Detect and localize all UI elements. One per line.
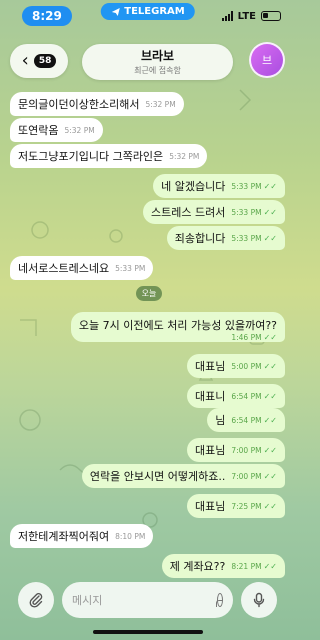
message-text: 네서로스트레스네요 bbox=[18, 262, 110, 275]
double-check-icon: ✓✓ bbox=[263, 181, 277, 191]
message-time: 5:00 PM bbox=[231, 361, 262, 371]
telegram-pill-label: TELEGRAM bbox=[124, 6, 185, 17]
message-bubble-outgoing[interactable]: 님 6:54 PM ✓✓ bbox=[207, 408, 285, 432]
message-bubble-incoming[interactable]: 저도그냥포기입니다 그쪽라인은 5:32 PM bbox=[10, 144, 208, 168]
message-time: 8:21 PM bbox=[231, 561, 262, 571]
battery-icon bbox=[261, 11, 281, 21]
message-text: 저도그냥포기입니다 그쪽라인은 bbox=[18, 150, 164, 163]
chevron-left-icon: ‹ bbox=[21, 50, 29, 71]
message-bubble-outgoing[interactable]: 죄송합니다 5:33 PM ✓✓ bbox=[166, 226, 285, 250]
message-text: 대표니 bbox=[194, 390, 226, 403]
message-text: 문의글이던이상한소리해서 bbox=[18, 98, 140, 111]
message-text: 님 bbox=[215, 414, 226, 427]
signal-bars-icon bbox=[221, 11, 233, 21]
double-check-icon: ✓✓ bbox=[263, 361, 277, 371]
message-time: 1:46 PM bbox=[231, 333, 262, 342]
message-input[interactable] bbox=[72, 593, 217, 607]
message-bubble-outgoing[interactable]: 대표님 7:25 PM ✓✓ bbox=[186, 494, 285, 518]
message-time: 5:33 PM bbox=[115, 263, 146, 273]
double-check-icon: ✓✓ bbox=[263, 391, 277, 401]
message-text: 오늘 7시 이전에도 처리 가능성 있을까여?? bbox=[78, 319, 277, 332]
message-bubble-outgoing[interactable]: 제 계좌요?? 8:21 PM ✓✓ bbox=[161, 554, 285, 578]
message-text: 대표님 bbox=[194, 500, 226, 513]
status-bar: 8:29 TELEGRAM LTE bbox=[0, 0, 295, 32]
chat-title[interactable]: 브라보 최근에 접속함 bbox=[82, 44, 233, 80]
status-time: 8:29 bbox=[22, 6, 72, 26]
message-text: 대표님 bbox=[194, 444, 226, 457]
status-indicators: LTE bbox=[221, 10, 281, 22]
message-bubble-outgoing[interactable]: 네 알겠습니다 5:33 PM ✓✓ bbox=[153, 174, 285, 198]
message-bubble-outgoing[interactable]: 스트레스 드려서 5:33 PM ✓✓ bbox=[143, 200, 285, 224]
attach-button[interactable] bbox=[18, 582, 54, 618]
message-time: 7:00 PM bbox=[231, 471, 262, 481]
message-text: 네 알겠습니다 bbox=[161, 180, 226, 193]
message-time: 5:33 PM bbox=[231, 233, 262, 243]
double-check-icon: ✓✓ bbox=[263, 445, 277, 455]
telegram-plane-icon bbox=[111, 7, 120, 16]
paperclip-icon bbox=[29, 593, 43, 608]
message-bubble-incoming[interactable]: 네서로스트레스네요 5:33 PM bbox=[10, 256, 154, 280]
message-time: 6:54 PM bbox=[231, 391, 262, 401]
microphone-icon bbox=[253, 592, 265, 608]
home-indicator[interactable] bbox=[92, 630, 203, 634]
telegram-return-pill[interactable]: TELEGRAM bbox=[100, 3, 195, 20]
double-check-icon: ✓✓ bbox=[263, 233, 277, 243]
message-bubble-incoming[interactable]: 문의글이던이상한소리해서 5:32 PM bbox=[10, 92, 184, 116]
date-separator: 오늘 bbox=[136, 286, 162, 301]
message-bubble-outgoing[interactable]: 대표님 7:00 PM ✓✓ bbox=[186, 438, 285, 462]
message-bubble-outgoing[interactable]: 연락을 안보시면 어떻게하죠.. 7:00 PM ✓✓ bbox=[81, 464, 285, 488]
double-check-icon: ✓✓ bbox=[263, 415, 277, 425]
message-bubble-incoming[interactable]: 또연락옴 5:32 PM bbox=[10, 118, 103, 142]
message-time: 5:32 PM bbox=[145, 99, 176, 109]
message-text: 제 계좌요?? bbox=[169, 560, 226, 573]
message-time: 5:32 PM bbox=[169, 151, 200, 161]
back-button[interactable]: ‹ 58 bbox=[10, 44, 68, 78]
message-text: 죄송합니다 bbox=[174, 232, 226, 245]
message-text: 또연락옴 bbox=[18, 124, 59, 137]
unread-count-badge: 58 bbox=[33, 54, 57, 68]
double-check-icon: ✓✓ bbox=[263, 471, 277, 481]
message-text: 연락을 안보시면 어떻게하죠.. bbox=[89, 470, 226, 483]
message-time: 6:54 PM bbox=[231, 415, 262, 425]
microphone-button[interactable] bbox=[241, 582, 277, 618]
double-check-icon: ✓✓ bbox=[263, 333, 277, 342]
message-bubble-incoming[interactable]: 저한테계좌찍어줘여 8:10 PM bbox=[10, 524, 154, 548]
double-check-icon: ✓✓ bbox=[263, 561, 277, 571]
message-text: 저한테계좌찍어줘여 bbox=[18, 530, 110, 543]
chat-name: 브라보 bbox=[140, 49, 175, 63]
message-bubble-outgoing[interactable]: 오늘 7시 이전에도 처리 가능성 있을까여?? 1:46 PM ✓✓ bbox=[70, 312, 285, 342]
message-time: 5:33 PM bbox=[231, 181, 262, 191]
message-bubble-outgoing[interactable]: 대표님 5:00 PM ✓✓ bbox=[186, 354, 285, 378]
double-check-icon: ✓✓ bbox=[263, 207, 277, 217]
message-bubble-outgoing[interactable]: 대표니 6:54 PM ✓✓ bbox=[186, 384, 285, 408]
message-text: 스트레스 드려서 bbox=[151, 206, 226, 219]
message-time: 7:00 PM bbox=[231, 445, 262, 455]
sticker-icon[interactable] bbox=[216, 593, 223, 607]
double-check-icon: ✓✓ bbox=[263, 501, 277, 511]
network-label: LTE bbox=[237, 10, 256, 22]
message-time: 5:33 PM bbox=[231, 207, 262, 217]
chat-header: ‹ 58 브라보 최근에 접속함 브 bbox=[10, 42, 285, 82]
avatar[interactable]: 브 bbox=[249, 42, 285, 78]
message-time: 7:25 PM bbox=[231, 501, 262, 511]
chat-last-seen: 최근에 접속함 bbox=[134, 66, 181, 75]
message-input-container[interactable] bbox=[62, 582, 233, 618]
message-text: 대표님 bbox=[194, 360, 226, 373]
message-time: 8:10 PM bbox=[115, 531, 146, 541]
composer-bar bbox=[18, 582, 277, 618]
message-time: 5:32 PM bbox=[64, 125, 95, 135]
